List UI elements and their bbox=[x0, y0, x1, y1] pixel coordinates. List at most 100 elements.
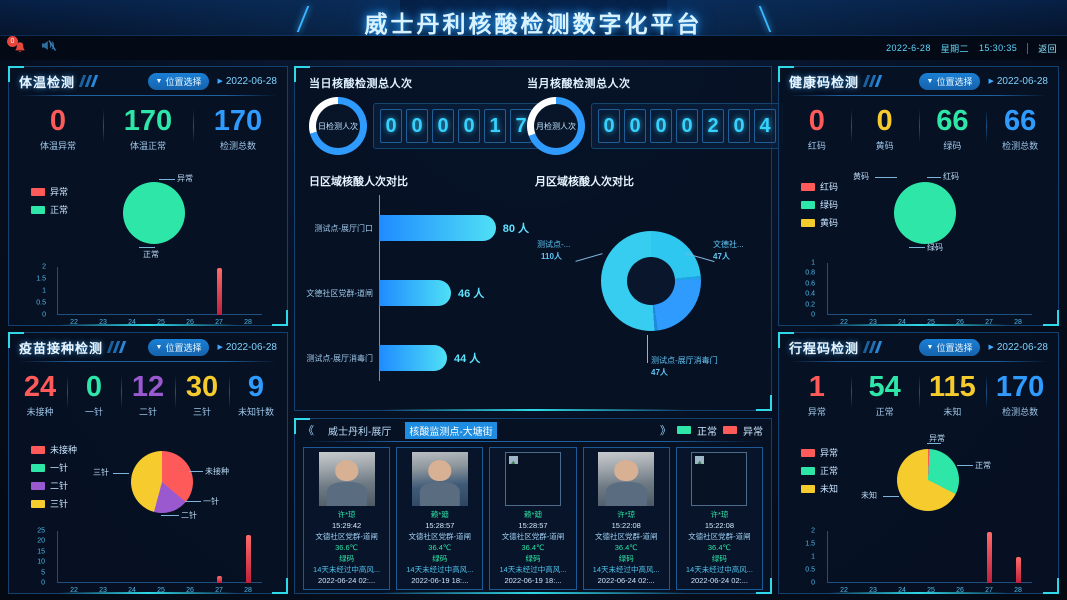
donut-leader-line bbox=[647, 335, 648, 363]
pie-leader-line bbox=[875, 177, 897, 178]
x-tick: 23 bbox=[99, 319, 107, 326]
record-site: 文德社区党群-道闸 bbox=[679, 531, 760, 542]
bell-icon[interactable]: 0 bbox=[12, 40, 28, 56]
legend-label: 黄码 bbox=[820, 216, 838, 229]
title-slash-decor-icon bbox=[865, 341, 880, 353]
center-top-panel: 当日核酸检测总人次 日检测人次 0 0 0 0 1 7 0 当月核酸检测总人次 bbox=[294, 66, 772, 411]
pie-annotation-unknown: 未知 bbox=[861, 490, 877, 501]
chevron-down-icon: ▼ bbox=[156, 78, 163, 85]
triangle-right-icon: ▶ bbox=[217, 343, 222, 351]
location-select-button-health[interactable]: ▼ 位置选择 bbox=[919, 73, 981, 90]
record-travel: 14天未经过中高风... bbox=[306, 564, 387, 575]
record-temperature: 36.4℃ bbox=[586, 542, 667, 553]
x-tick: 27 bbox=[215, 319, 223, 326]
legend-swatch-icon bbox=[801, 201, 815, 209]
pie-leader-line bbox=[159, 179, 175, 180]
kpi-label: 黄码 bbox=[851, 139, 919, 152]
legend-label: 二针 bbox=[50, 479, 68, 492]
y-axis bbox=[827, 263, 828, 315]
mute-speaker-icon[interactable] bbox=[40, 38, 57, 58]
vaccine-pie-chart bbox=[131, 451, 193, 513]
status-bar-right: 2022-6-28 星期二 15:30:35 返回 bbox=[886, 42, 1067, 55]
dashboard-root: 威士丹利核酸检测数字化平台 0 2022-6-28 bbox=[0, 0, 1067, 600]
kpi-value: 170 bbox=[103, 106, 193, 136]
record-timestamp: 2022-06-19 18:... bbox=[399, 575, 480, 586]
tab-weishidanli-exhibition[interactable]: 威士丹利-展厅 bbox=[324, 422, 395, 439]
kpi-label: 二针 bbox=[121, 405, 175, 418]
kpi-two-dose: 12 二针 bbox=[121, 372, 175, 418]
monthly-counter-block: 当月核酸检测总人次 月检测人次 0 0 0 0 2 0 4 bbox=[527, 75, 783, 155]
record-health-code: 绿码 bbox=[679, 553, 760, 564]
temperature-panel-title: 体温检测 bbox=[19, 72, 75, 91]
record-time: 15:22:08 bbox=[679, 520, 760, 531]
pie-annotation-yellow: 黄码 bbox=[853, 171, 869, 182]
pie-leader-line bbox=[113, 473, 129, 474]
record-card[interactable]: 许*琼 15:22:08 文德社区党群-道闸 36.4℃ 绿码 14天未经过中高… bbox=[676, 447, 763, 590]
tab-nucleic-monitor-datangjie[interactable]: 核酸监测点-大塘街 bbox=[405, 422, 496, 439]
plot-area bbox=[57, 531, 262, 583]
record-card[interactable]: 许*琼 15:29:42 文德社区党群-道闸 36.6℃ 绿码 14天未经过中高… bbox=[303, 447, 390, 590]
x-tick: 22 bbox=[70, 587, 78, 594]
location-select-button-vaccine[interactable]: ▼ 位置选择 bbox=[148, 339, 210, 356]
broken-image-icon bbox=[691, 452, 747, 506]
bar-28 bbox=[246, 535, 251, 583]
triangle-right-icon: ▶ bbox=[217, 77, 222, 85]
back-button[interactable]: 返回 bbox=[1038, 42, 1057, 55]
prev-page-button[interactable]: 《 bbox=[303, 422, 314, 438]
travel-code-pie-chart bbox=[897, 449, 959, 511]
x-tick: 26 bbox=[186, 587, 194, 594]
pie-annotation-abnormal: 异常 bbox=[177, 173, 193, 184]
location-select-label: 位置选择 bbox=[936, 341, 972, 354]
digit: 0 bbox=[432, 109, 454, 143]
travel-code-panel: 行程码检测 ▼ 位置选择 ▶ 2022-06-28 1 异常 54 正常 115 bbox=[778, 332, 1059, 594]
location-select-button-travel[interactable]: ▼ 位置选择 bbox=[919, 339, 981, 356]
bell-badge-count: 0 bbox=[7, 36, 18, 47]
temperature-panel-date: ▶ 2022-06-28 bbox=[217, 76, 277, 87]
kpi-value: 0 bbox=[67, 372, 121, 402]
y-tick: 5 bbox=[41, 570, 45, 577]
next-page-button[interactable]: 》 bbox=[660, 422, 671, 438]
location-select-button-temperature[interactable]: ▼ 位置选择 bbox=[148, 73, 210, 90]
digit: 0 bbox=[650, 109, 672, 143]
digit: 0 bbox=[598, 109, 620, 143]
panel-date-value: 2022-06-28 bbox=[997, 342, 1048, 353]
kpi-label: 检测总数 bbox=[986, 139, 1054, 152]
kpi-value: 0 bbox=[851, 106, 919, 136]
app-header: 威士丹利核酸检测数字化平台 bbox=[0, 0, 1067, 36]
current-time: 15:30:35 bbox=[979, 43, 1017, 53]
legend-label: 异常 bbox=[820, 446, 838, 459]
current-weekday: 星期二 bbox=[941, 42, 969, 55]
kpi-travel-unknown: 115 未知 bbox=[919, 372, 987, 418]
location-select-label: 位置选择 bbox=[165, 341, 201, 354]
travel-code-bar-chart: 2 1.5 1 0.5 0 22 23 24 25 26 27 28 bbox=[827, 531, 1041, 591]
record-travel: 14天未经过中高风... bbox=[586, 564, 667, 575]
panel-bottom-glow bbox=[59, 324, 237, 326]
record-travel: 14天未经过中高风... bbox=[492, 564, 573, 575]
travel-code-panel-header: 行程码检测 ▼ 位置选择 ▶ 2022-06-28 bbox=[779, 333, 1058, 361]
x-tick: 26 bbox=[186, 319, 194, 326]
record-card[interactable]: 赖*廸 15:28:57 文德社区党群-道闸 36.4℃ 绿码 14天未经过中高… bbox=[396, 447, 483, 590]
x-tick: 24 bbox=[128, 319, 136, 326]
portrait-image bbox=[319, 452, 375, 506]
legend-swatch-icon bbox=[801, 183, 815, 191]
legend-item: 未知 bbox=[801, 482, 838, 495]
daily-ring-label: 日检测人次 bbox=[316, 104, 360, 148]
vaccine-bar-chart: 25 20 15 10 5 0 22 23 24 25 26 27 28 bbox=[57, 531, 271, 591]
x-tick: 23 bbox=[869, 587, 877, 594]
monthly-digit-group: 0 0 0 0 2 0 4 bbox=[591, 103, 783, 149]
record-card[interactable]: 赖*廸 15:28:57 文德社区党群-道闸 36.4℃ 绿码 14天未经过中高… bbox=[489, 447, 576, 590]
record-card[interactable]: 许*琼 15:22:08 文德社区党群-道闸 36.4℃ 绿码 14天未经过中高… bbox=[583, 447, 670, 590]
kpi-label: 异常 bbox=[783, 405, 851, 418]
title-slash-left bbox=[296, 6, 309, 32]
digit: 1 bbox=[484, 109, 506, 143]
y-tick: 0 bbox=[42, 312, 46, 319]
pie-annotation-one-dose: 一针 bbox=[203, 496, 219, 507]
monthly-counter-title: 当月核酸检测总人次 bbox=[527, 75, 783, 91]
kpi-label: 体温正常 bbox=[103, 139, 193, 152]
monthly-progress-ring: 月检测人次 bbox=[527, 97, 585, 155]
kpi-label: 三针 bbox=[175, 405, 229, 418]
hbar-value-label: 80 人 bbox=[503, 220, 529, 236]
x-tick: 24 bbox=[128, 587, 136, 594]
donut-leader-line bbox=[575, 253, 602, 262]
pie-annotation-red: 红码 bbox=[943, 171, 959, 182]
